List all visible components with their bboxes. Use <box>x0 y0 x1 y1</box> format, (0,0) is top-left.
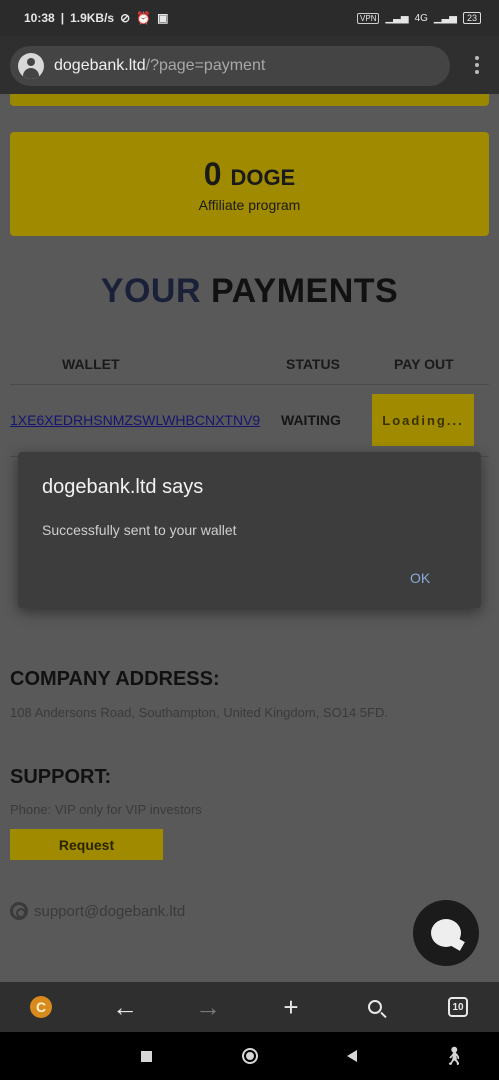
company-address-title: COMPANY ADDRESS: <box>10 668 220 690</box>
url-domain: dogebank.ltd <box>54 57 146 74</box>
column-header-payout: PAY OUT <box>394 356 454 372</box>
tabs-button[interactable]: 10 <box>433 982 483 1032</box>
system-nav-bar: 🚶︎ <box>0 1032 499 1080</box>
search-icon <box>368 1000 382 1014</box>
home-button[interactable] <box>238 1044 262 1068</box>
extension-icon: C <box>30 996 52 1018</box>
wallet-address-link[interactable]: 1XE6XEDRHSNMZSWLWHBCNXTNV9 <box>10 412 260 428</box>
arrow-left-icon: ← <box>112 991 138 1022</box>
table-divider <box>10 384 489 385</box>
support-phone: Phone: VIP only for VIP investors <box>10 802 202 817</box>
support-title: SUPPORT: <box>10 766 112 788</box>
home-circle-icon <box>242 1048 258 1064</box>
menu-dot <box>475 56 479 60</box>
cast-icon: ▣ <box>157 11 169 25</box>
forward-button[interactable]: → <box>183 982 233 1032</box>
browser-menu-icon[interactable] <box>475 56 479 74</box>
square-icon <box>140 1050 152 1062</box>
status-bar: 10:38 | 1.9KB/s ⊘ ⏰ ▣ VPN ▁▃▅ 4G ▁▃▅ 23 <box>0 0 499 36</box>
payment-status: WAITING <box>281 412 341 428</box>
menu-dot <box>475 70 479 74</box>
triangle-back-icon <box>347 1050 357 1062</box>
payments-table-header: WALLET STATUS PAY OUT <box>10 356 489 386</box>
alarm-icon: ⏰ <box>136 11 152 25</box>
arrow-right-icon: → <box>195 991 221 1022</box>
payout-button[interactable]: Loading... <box>372 394 474 446</box>
back-button[interactable]: ← <box>100 982 150 1032</box>
status-network-speed: 1.9KB/s <box>70 11 115 25</box>
affiliate-amount: 0 <box>203 156 222 192</box>
network-type: 4G <box>414 12 428 24</box>
column-header-status: STATUS <box>286 356 340 372</box>
support-email-row[interactable]: support@dogebank.ltd <box>10 902 185 920</box>
tab-count-icon: 10 <box>448 997 468 1017</box>
status-left: 10:38 | 1.9KB/s ⊘ ⏰ ▣ <box>24 11 168 25</box>
affiliate-card: 0 DOGE Affiliate program <box>10 132 489 236</box>
plus-icon: + <box>283 991 299 1022</box>
new-tab-button[interactable]: + <box>266 982 316 1032</box>
affiliate-currency: DOGE <box>230 165 296 190</box>
vpn-badge: VPN <box>357 12 380 24</box>
dialog-message: Successfully sent to your wallet <box>42 522 237 538</box>
accessibility-button[interactable]: 🚶︎ <box>442 1044 466 1068</box>
payments-title-part1: YOUR <box>100 272 201 310</box>
system-back-button[interactable] <box>340 1044 364 1068</box>
company-address-text: 108 Andersons Road, Southampton, United … <box>10 705 388 720</box>
recents-button[interactable] <box>134 1044 158 1068</box>
support-email: support@dogebank.ltd <box>34 902 186 920</box>
chat-bubble-icon <box>431 919 461 947</box>
at-sign-icon <box>10 902 28 920</box>
column-header-wallet: WALLET <box>62 356 120 372</box>
payments-title: YOUR PAYMENTS <box>0 272 499 311</box>
alert-dialog: dogebank.ltd says Successfully sent to y… <box>18 452 481 608</box>
signal-icon: ▁▃▅ <box>385 12 409 24</box>
status-right: VPN ▁▃▅ 4G ▁▃▅ 23 <box>357 12 481 24</box>
chat-button[interactable] <box>413 900 479 966</box>
extension-button[interactable]: C <box>16 982 66 1032</box>
status-divider: | <box>60 11 65 25</box>
payments-title-part2: PAYMENTS <box>210 272 399 310</box>
url-path: /?page=payment <box>145 57 266 74</box>
menu-dot <box>475 63 479 67</box>
search-button[interactable] <box>350 982 400 1032</box>
signal-icon-2: ▁▃▅ <box>433 12 457 24</box>
accessibility-icon: 🚶︎ <box>442 1045 466 1066</box>
top-card-edge <box>10 94 489 106</box>
affiliate-amount-line: 0 DOGE <box>10 156 489 193</box>
browser-address-bar: dogebank.ltd /?page=payment <box>0 36 499 94</box>
battery-icon: 23 <box>462 12 481 24</box>
status-time: 10:38 <box>24 11 55 25</box>
dialog-title: dogebank.ltd says <box>42 476 204 498</box>
browser-toolbar: C ← → + 10 <box>0 982 499 1032</box>
site-info-icon[interactable] <box>18 53 44 79</box>
mute-icon: ⊘ <box>120 11 131 25</box>
affiliate-label: Affiliate program <box>198 197 301 213</box>
request-button[interactable]: Request <box>10 829 163 860</box>
url-field[interactable]: dogebank.ltd /?page=payment <box>10 46 450 86</box>
dialog-ok-button[interactable]: OK <box>410 570 430 586</box>
